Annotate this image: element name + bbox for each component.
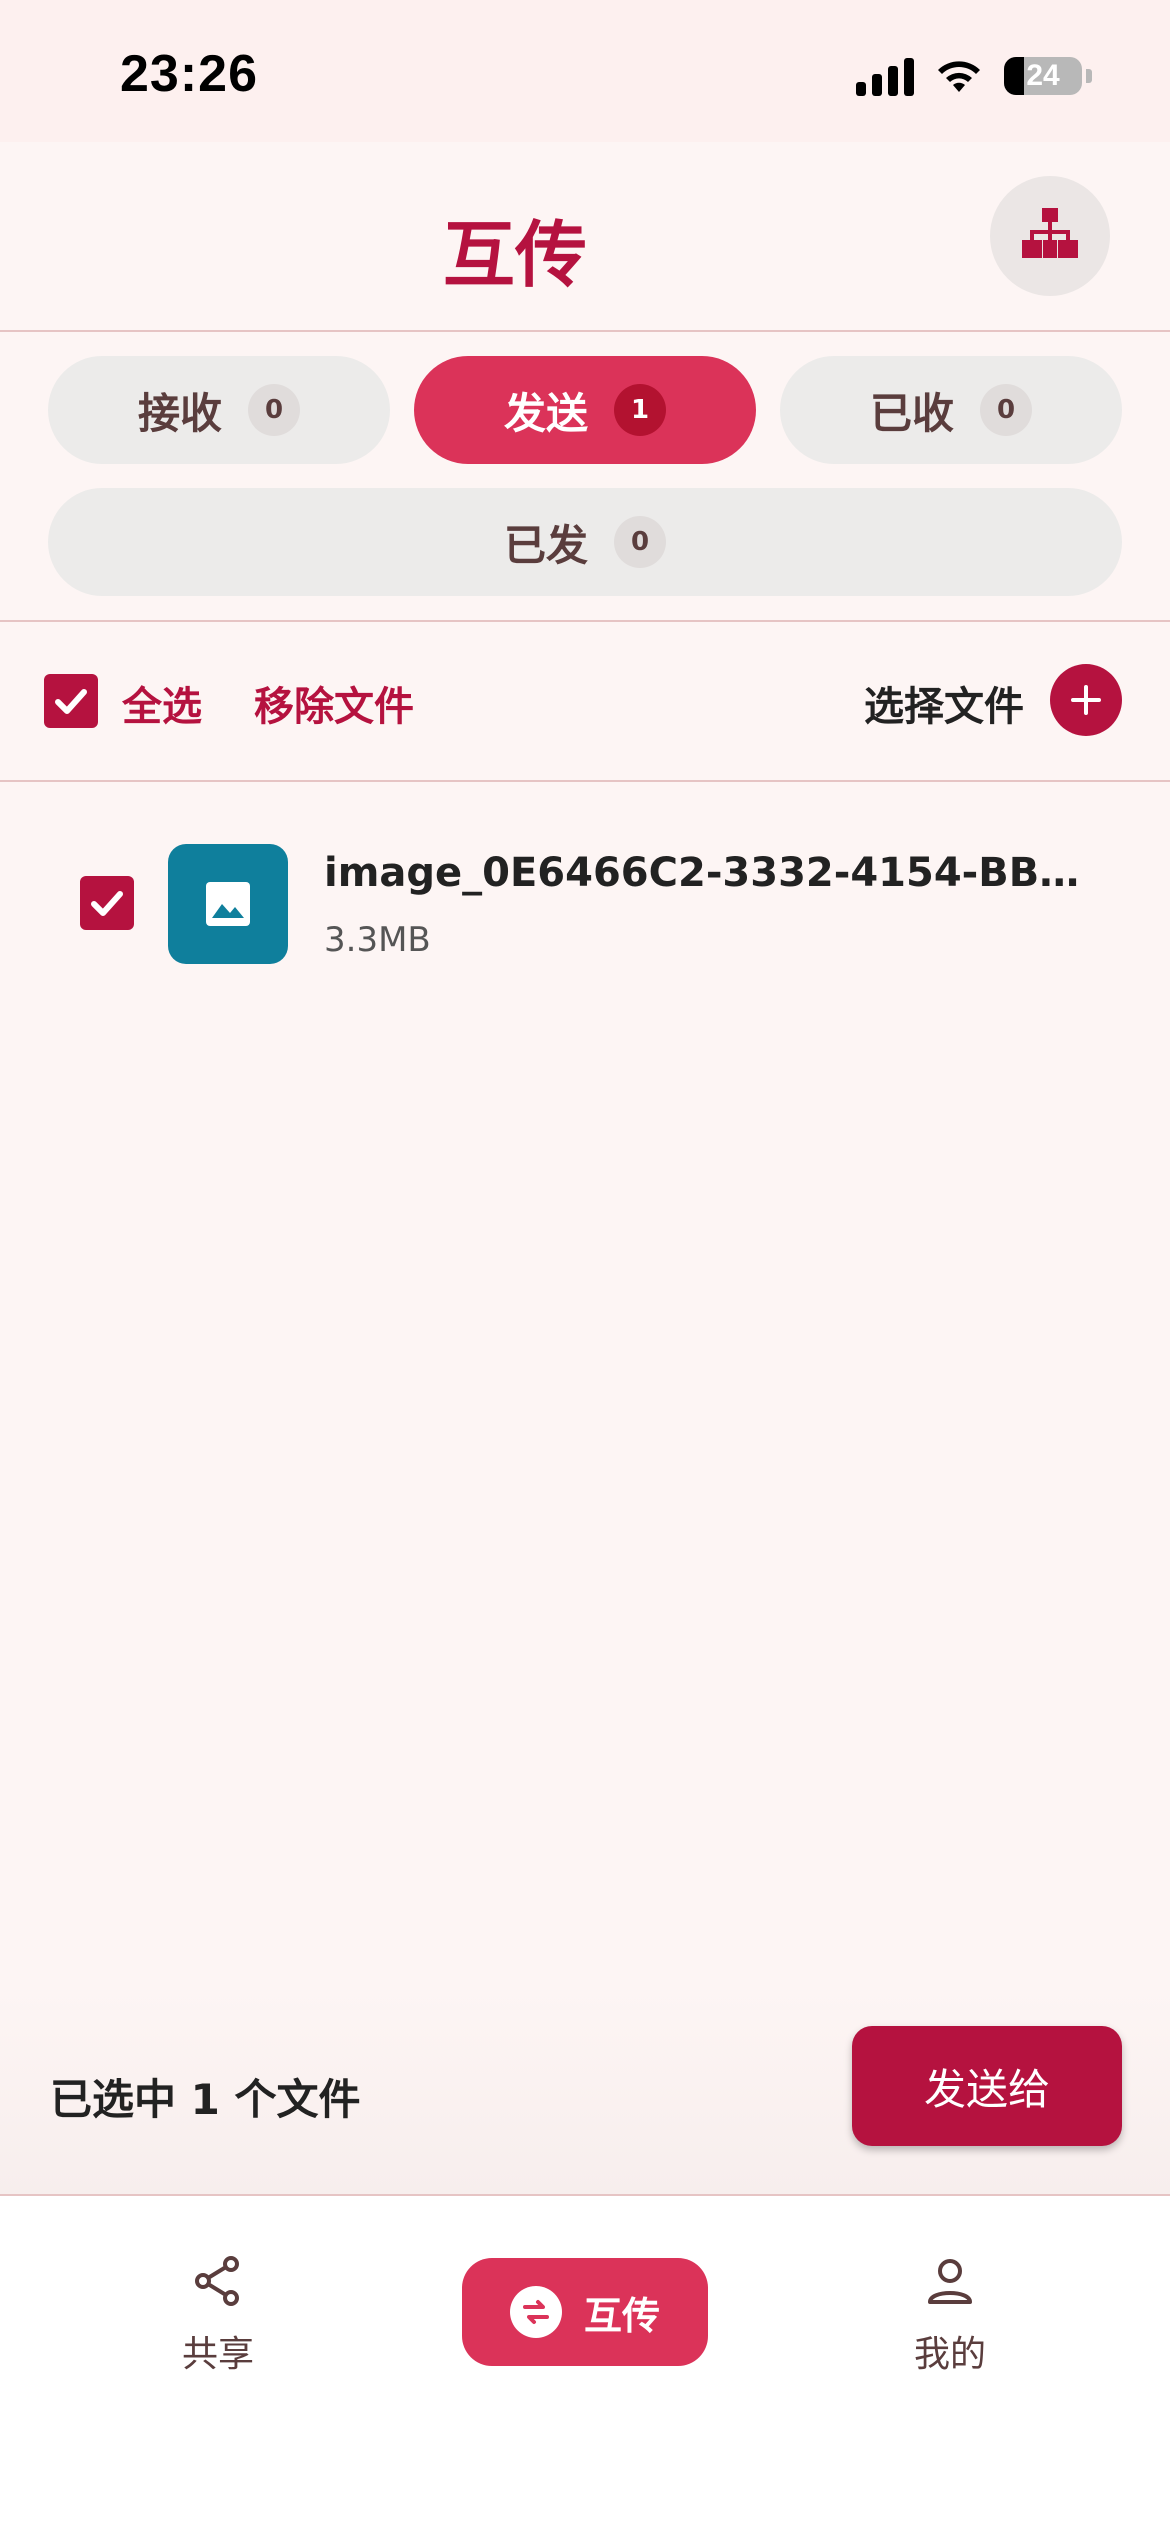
tab-count-badge: 0: [980, 384, 1032, 436]
tab-label: 发送: [503, 388, 588, 438]
share-icon: [195, 2256, 239, 2306]
tab-count-badge: 0: [248, 384, 300, 436]
bottom-nav: 共享 互传 我的: [0, 2196, 1170, 2532]
network-topology-icon: [1022, 208, 1078, 258]
file-toolbar: 全选 移除文件 选择文件: [0, 622, 1170, 782]
tab-label: 接收: [137, 388, 222, 438]
status-icons: 24: [856, 56, 1092, 96]
network-button[interactable]: [990, 176, 1110, 296]
tab-label: 已收: [869, 388, 954, 438]
nav-transfer-label: 互传: [583, 2293, 660, 2338]
send-to-button[interactable]: 发送给: [852, 2026, 1122, 2146]
image-icon: [206, 882, 250, 926]
tab-receive[interactable]: 接收 0: [48, 356, 390, 464]
status-time: 23:26: [120, 45, 258, 103]
battery-level: 24: [1026, 59, 1060, 92]
nav-transfer[interactable]: 互传: [462, 2258, 708, 2366]
person-icon: [928, 2259, 972, 2304]
page-title: 互传: [442, 213, 587, 297]
tab-label: 已发: [503, 520, 588, 570]
add-file-button[interactable]: [1050, 664, 1122, 736]
tab-received[interactable]: 已收 0: [780, 356, 1122, 464]
select-all-checkbox[interactable]: [44, 674, 98, 728]
tab-count-badge: 1: [614, 384, 666, 436]
file-size: 3.3MB: [324, 920, 431, 960]
transfer-tabs: 接收 0 发送 1 已收 0 已发 0: [0, 332, 1170, 622]
tab-send[interactable]: 发送 1: [414, 356, 756, 464]
nav-share[interactable]: 共享: [118, 2254, 318, 2377]
file-checkbox[interactable]: [80, 876, 134, 930]
selected-count-text: 已选中 1 个文件: [50, 2075, 361, 2124]
plus-icon: [1071, 685, 1101, 715]
checkmark-icon: [55, 689, 87, 714]
nav-share-label: 共享: [181, 2334, 254, 2375]
selection-bar: 已选中 1 个文件 发送给: [0, 1990, 1170, 2196]
remove-files-button[interactable]: 移除文件: [254, 674, 414, 732]
select-all-label[interactable]: 全选: [122, 674, 202, 732]
app-bar: 互传: [0, 142, 1170, 332]
tab-sent[interactable]: 已发 0: [48, 488, 1122, 596]
file-name: image_0E6466C2-3332-4154-BBA7-...: [324, 850, 1084, 896]
status-bar: 23:26 24: [0, 0, 1170, 142]
choose-files-label[interactable]: 选择文件: [864, 674, 1024, 732]
file-thumbnail: [168, 844, 288, 964]
tab-count-badge: 0: [614, 516, 666, 568]
list-item[interactable]: image_0E6466C2-3332-4154-BBA7-... 3.3MB: [0, 830, 1170, 980]
battery-icon: 24: [1004, 57, 1082, 95]
cellular-signal-icon: [856, 56, 914, 96]
nav-mine[interactable]: 我的: [850, 2254, 1050, 2377]
checkmark-icon: [91, 891, 123, 916]
wifi-icon: [938, 61, 980, 92]
swap-icon: [509, 2286, 562, 2338]
nav-mine-label: 我的: [913, 2334, 986, 2375]
